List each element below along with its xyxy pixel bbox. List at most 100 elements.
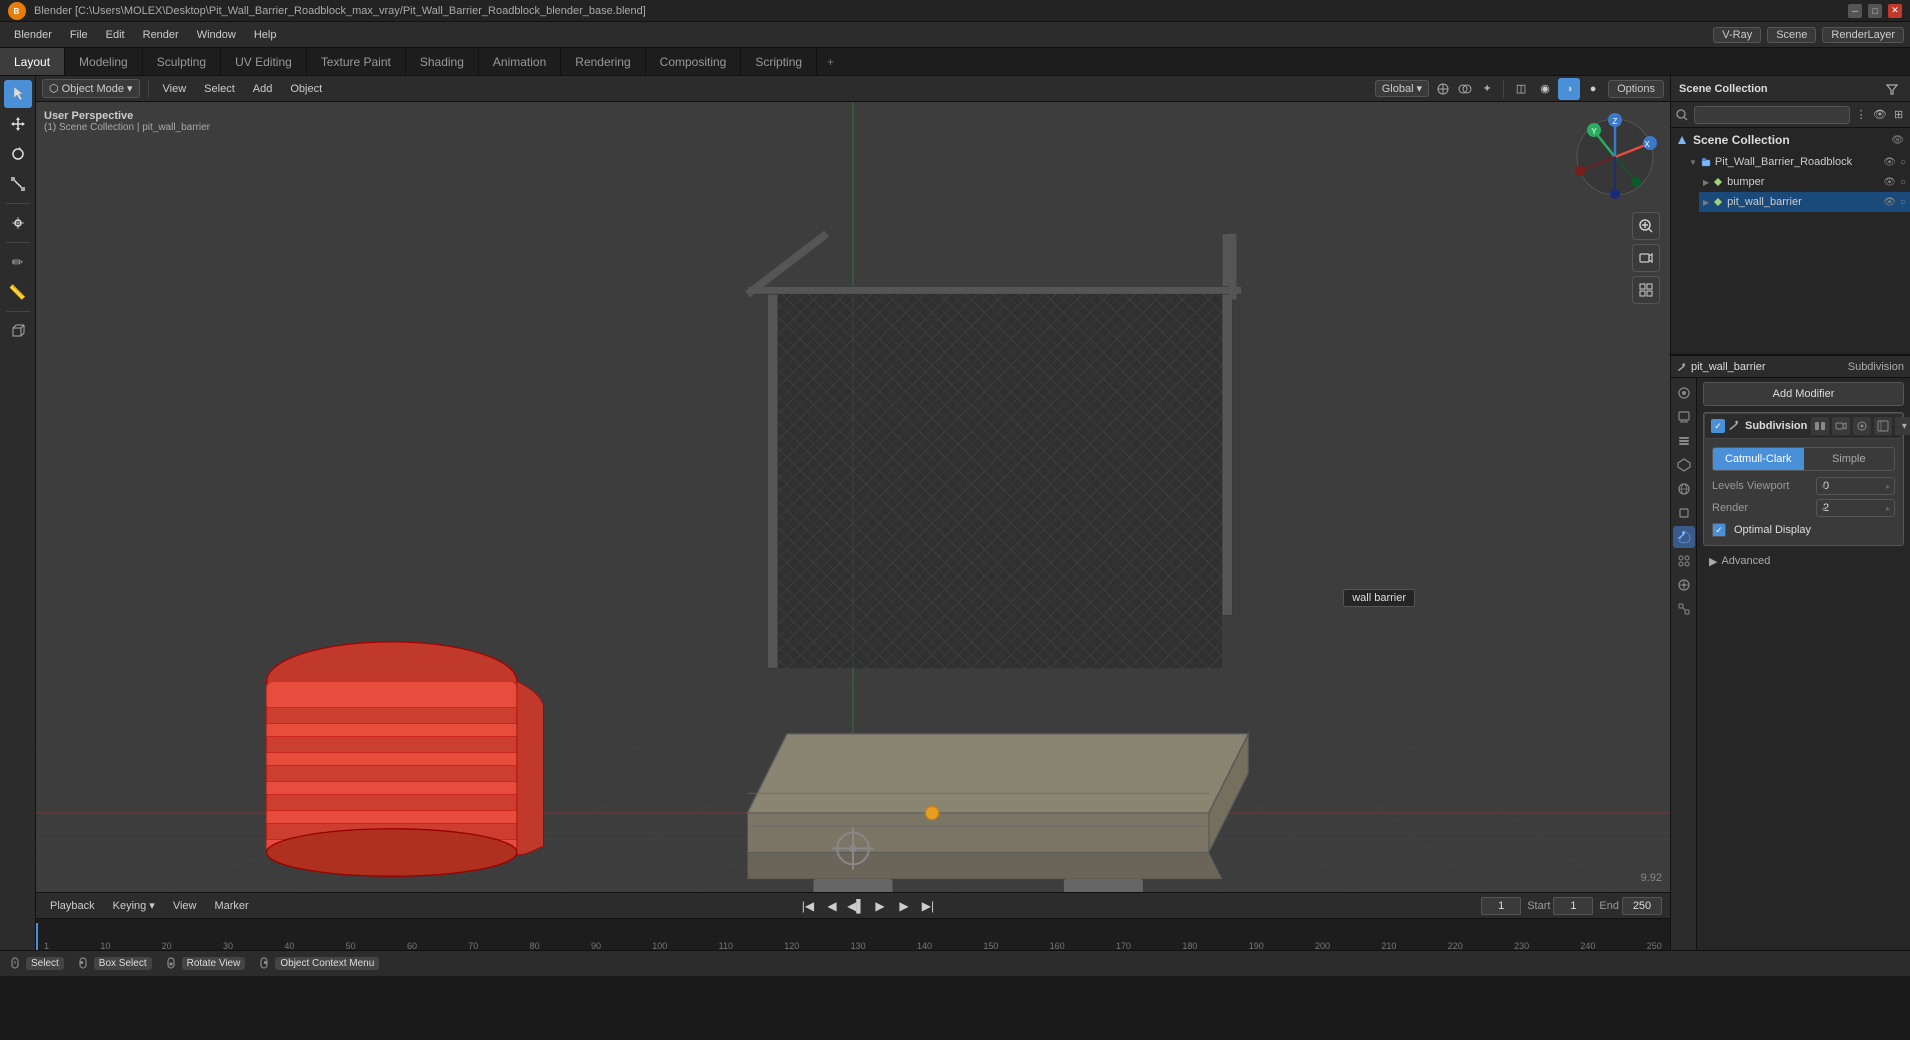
tool-rotate[interactable]	[4, 140, 32, 168]
props-particles-icon[interactable]	[1673, 550, 1695, 572]
current-frame-input[interactable]	[1481, 897, 1521, 915]
step-back-button[interactable]: ◀	[822, 896, 842, 916]
grid-view-icon[interactable]	[1632, 276, 1660, 304]
tab-modeling[interactable]: Modeling	[65, 48, 143, 75]
menu-file[interactable]: File	[62, 27, 96, 43]
outliner-eye-icon[interactable]: 👁	[1873, 105, 1888, 125]
material-shading[interactable]: ◑	[1558, 78, 1580, 100]
tool-measure[interactable]: 📏	[4, 278, 32, 306]
modifier-realtime-btn[interactable]	[1811, 417, 1829, 435]
props-world-icon[interactable]	[1673, 478, 1695, 500]
timeline-ruler[interactable]: 1102030405060708090100110120130140150160…	[36, 919, 1670, 950]
gizmo-toggle[interactable]	[1433, 79, 1453, 99]
props-output-icon[interactable]	[1673, 406, 1695, 428]
tab-shading[interactable]: Shading	[406, 48, 479, 75]
menu-edit[interactable]: Edit	[98, 27, 133, 43]
pit-wall-eye[interactable]: 👁	[1883, 197, 1896, 208]
step-forward-button[interactable]: ▶	[894, 896, 914, 916]
props-object-constraint-icon[interactable]	[1673, 598, 1695, 620]
camera-icon[interactable]	[1632, 244, 1660, 272]
outliner-options-icon[interactable]: ⋮	[1854, 105, 1869, 125]
zoom-in-icon[interactable]	[1632, 212, 1660, 240]
global-local-dropdown[interactable]: Global ▾	[1375, 80, 1429, 97]
props-render-icon[interactable]	[1673, 382, 1695, 404]
3d-viewport[interactable]: User Perspective (1) Scene Collection | …	[36, 102, 1670, 892]
tab-animation[interactable]: Animation	[479, 48, 561, 75]
outliner-item-pit-wall-collection[interactable]: ▼ Pit_Wall_Barrier_Roadblock 👁 ○	[1685, 152, 1910, 172]
modifier-camera-btn[interactable]	[1832, 417, 1850, 435]
outliner-item-bumper[interactable]: ▶ bumper 👁 ○	[1699, 172, 1910, 192]
menu-help[interactable]: Help	[246, 27, 285, 43]
timeline-view-menu[interactable]: View	[167, 898, 203, 914]
tool-move[interactable]	[4, 110, 32, 138]
pit-wall-viewport[interactable]: ○	[1900, 197, 1906, 208]
outliner-filter-icon[interactable]	[1882, 79, 1902, 99]
tab-scripting[interactable]: Scripting	[741, 48, 817, 75]
outliner-funnel-icon[interactable]: ⊞	[1891, 105, 1906, 125]
tool-scale[interactable]	[4, 170, 32, 198]
select-menu[interactable]: Select	[198, 81, 241, 97]
simple-tab[interactable]: Simple	[1804, 448, 1895, 470]
levels-viewport-value[interactable]: ◂ 0 ▸	[1816, 477, 1895, 495]
modifier-vis-toggle[interactable]: ✓	[1711, 419, 1725, 433]
play-button[interactable]: ▶	[870, 896, 890, 916]
menu-window[interactable]: Window	[189, 27, 244, 43]
tool-annotate[interactable]: ✏	[4, 248, 32, 276]
menu-blender[interactable]: Blender	[6, 27, 60, 43]
tab-uv-editing[interactable]: UV Editing	[221, 48, 307, 75]
outliner-search-input[interactable]	[1694, 106, 1850, 124]
tab-add[interactable]: +	[817, 51, 844, 73]
jump-start-button[interactable]: |◀	[798, 896, 818, 916]
nav-gizmo[interactable]: X Y Z	[1570, 112, 1660, 202]
collection-eye[interactable]: 👁	[1883, 157, 1896, 168]
solid-shading[interactable]: ◉	[1534, 78, 1556, 100]
bumper-viewport[interactable]: ○	[1900, 177, 1906, 188]
modifier-render-btn[interactable]	[1853, 417, 1871, 435]
props-object-icon[interactable]	[1673, 502, 1695, 524]
modifier-edit-btn[interactable]	[1874, 417, 1892, 435]
overlay-toggle[interactable]	[1455, 79, 1475, 99]
bumper-eye[interactable]: 👁	[1883, 177, 1896, 188]
add-menu[interactable]: Add	[247, 81, 279, 97]
tool-cursor[interactable]	[4, 80, 32, 108]
props-physics-icon[interactable]	[1673, 574, 1695, 596]
maximize-button[interactable]: □	[1868, 4, 1882, 18]
start-frame-input[interactable]	[1553, 897, 1593, 915]
render-layer-selector[interactable]: RenderLayer	[1822, 27, 1904, 43]
tool-add-cube[interactable]	[4, 317, 32, 345]
tab-rendering[interactable]: Rendering	[561, 48, 645, 75]
xray-toggle[interactable]: ✦	[1477, 79, 1497, 99]
close-button[interactable]: ✕	[1888, 4, 1902, 18]
object-menu[interactable]: Object	[284, 81, 328, 97]
menu-render[interactable]: Render	[135, 27, 187, 43]
props-modifier-icon[interactable]	[1673, 526, 1695, 548]
props-scene-icon[interactable]	[1673, 454, 1695, 476]
playback-menu[interactable]: Playback	[44, 898, 101, 914]
end-frame-input[interactable]	[1622, 897, 1662, 915]
wireframe-shading[interactable]: ◫	[1510, 78, 1532, 100]
play-reverse-button[interactable]: ◀▌	[846, 896, 866, 916]
keying-menu[interactable]: Keying ▾	[107, 897, 161, 914]
outliner-item-pit-wall-barrier[interactable]: ▶ pit_wall_barrier 👁 ○	[1699, 192, 1910, 212]
marker-menu[interactable]: Marker	[208, 898, 254, 914]
props-view-layer-icon[interactable]	[1673, 430, 1695, 452]
minimize-button[interactable]: ─	[1848, 4, 1862, 18]
catmull-clark-tab[interactable]: Catmull-Clark	[1713, 448, 1804, 470]
view-menu[interactable]: View	[157, 81, 193, 97]
tab-sculpting[interactable]: Sculpting	[143, 48, 221, 75]
engine-selector[interactable]: V-Ray	[1713, 27, 1761, 43]
optimal-display-checkbox[interactable]: ✓	[1712, 523, 1726, 537]
tab-layout[interactable]: Layout	[0, 48, 65, 75]
modifier-dropdown-btn[interactable]: ▾	[1895, 417, 1910, 435]
scene-selector[interactable]: Scene	[1767, 27, 1816, 43]
tool-transform[interactable]	[4, 209, 32, 237]
rendered-shading[interactable]: ●	[1582, 78, 1604, 100]
render-value[interactable]: ◂ 2 ▸	[1816, 499, 1895, 517]
add-modifier-button[interactable]: Add Modifier	[1703, 382, 1904, 406]
jump-end-button[interactable]: ▶|	[918, 896, 938, 916]
viewport-options-button[interactable]: Options	[1608, 80, 1664, 98]
tab-compositing[interactable]: Compositing	[646, 48, 742, 75]
tab-texture-paint[interactable]: Texture Paint	[307, 48, 406, 75]
scene-collection-eye[interactable]: 👁	[1891, 135, 1904, 146]
advanced-section[interactable]: ▶ Advanced	[1703, 550, 1904, 572]
